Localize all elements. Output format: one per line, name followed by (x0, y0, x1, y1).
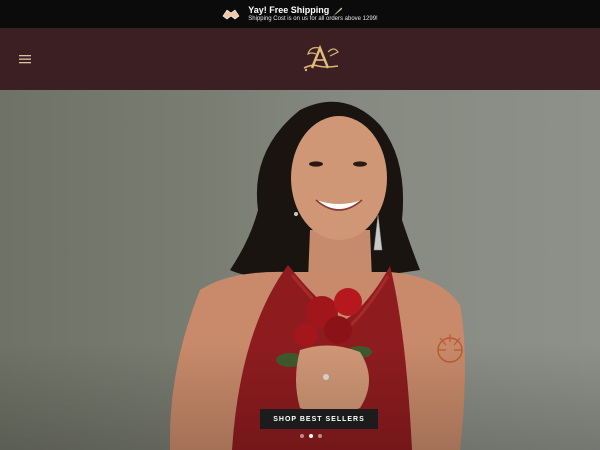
shop-best-sellers-button[interactable]: SHOP BEST SELLERS (260, 409, 378, 429)
feather-icon (334, 7, 343, 15)
announcement-title: Yay! Free Shipping (248, 4, 330, 15)
announcement-subtitle: Shipping Cost is on us for all orders ab… (248, 15, 378, 22)
slide-dot-2[interactable] (309, 434, 313, 438)
site-header (0, 28, 600, 90)
announcement-bar: Yay! Free Shipping Shipping Cost is on u… (0, 0, 600, 28)
brand-logo[interactable] (298, 42, 344, 76)
hero-banner[interactable] (0, 90, 600, 450)
hero-gradient-overlay (0, 90, 600, 450)
slide-dot-3[interactable] (318, 434, 322, 438)
slide-dot-1[interactable] (300, 434, 304, 438)
handshake-icon (222, 9, 240, 20)
slider-dots (300, 434, 322, 438)
hamburger-menu-icon[interactable] (18, 52, 32, 66)
